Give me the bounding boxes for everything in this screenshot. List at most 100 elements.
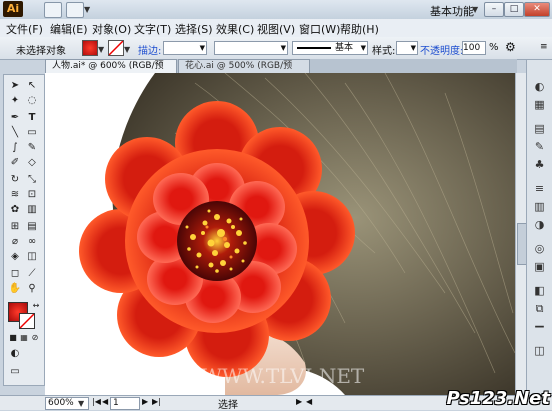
options-icon[interactable]: ⚙ xyxy=(505,40,516,54)
stroke-swatch[interactable] xyxy=(108,40,124,56)
zoom-chevron-icon[interactable]: ▼ xyxy=(78,399,84,408)
appearance-panel-icon[interactable]: ◎ xyxy=(532,242,547,256)
scale-tool-icon[interactable]: ⤡ xyxy=(25,173,39,186)
last-artboard-icon[interactable]: ▶| xyxy=(152,397,161,406)
menu-file[interactable]: 文件(F) xyxy=(6,21,43,37)
stroke-chevron-icon[interactable]: ▼ xyxy=(124,45,130,54)
title-bar: Ai ▼ 基本功能 ▼ – □ ✕ xyxy=(0,0,552,20)
rectangle-tool-icon[interactable]: ▭ xyxy=(25,126,39,139)
stroke-panel-icon[interactable]: ≡ xyxy=(532,182,547,196)
pen-tool-icon[interactable]: ✒ xyxy=(8,111,22,124)
layers-panel-icon[interactable]: ◧ xyxy=(532,284,547,298)
brushes-panel-icon[interactable]: ✎ xyxy=(532,140,547,154)
status-menu-icon[interactable]: ▶ xyxy=(296,397,302,406)
blend-tool-icon[interactable]: ∞ xyxy=(25,235,39,248)
chevron-down-icon[interactable]: ▼ xyxy=(84,5,90,14)
hand-tool-icon[interactable]: ✋ xyxy=(8,282,22,295)
selection-status: 未选择对象 xyxy=(16,46,66,57)
live-paint-tool-icon[interactable]: ◈ xyxy=(8,250,22,263)
canvas-watermark: 视觉 WWW.TLVI.NET xyxy=(155,364,365,388)
mesh-tool-icon[interactable]: ⊞ xyxy=(8,220,22,233)
zoom-tool-icon[interactable]: ⚲ xyxy=(25,282,39,295)
maximize-button[interactable]: □ xyxy=(504,2,524,17)
blob-brush-tool-icon[interactable]: ✐ xyxy=(8,156,22,169)
tools-panel: ➤ ↖ ✦ ◌ ✒ T ╲ ▭ ∫ ✎ ✐ ◇ ↻ ⤡ ≋ ⊡ ✿ ▥ ⊞ ▤ … xyxy=(3,74,45,386)
menu-window[interactable]: 窗口(W) xyxy=(299,21,340,37)
pathfinder-panel-icon[interactable]: ◫ xyxy=(532,344,547,358)
first-artboard-icon[interactable]: |◀ xyxy=(92,397,101,406)
menu-type[interactable]: 文字(T) xyxy=(134,21,171,37)
fill-chevron-icon[interactable]: ▼ xyxy=(98,45,104,54)
workspace-chevron-icon[interactable]: ▼ xyxy=(472,5,478,14)
fill-swatch[interactable] xyxy=(82,40,98,56)
menu-view[interactable]: 视图(V) xyxy=(257,21,295,37)
gradient-tool-icon[interactable]: ▤ xyxy=(25,220,39,233)
line-tool-icon[interactable]: ╲ xyxy=(8,126,22,139)
selection-tool-icon[interactable]: ➤ xyxy=(8,79,22,92)
lasso-tool-icon[interactable]: ◌ xyxy=(25,94,39,107)
menu-edit[interactable]: 编辑(E) xyxy=(50,21,88,37)
align-panel-icon[interactable]: ▔ xyxy=(532,326,547,340)
color-panel-icon[interactable]: ◐ xyxy=(532,80,547,94)
tab-document-flower[interactable]: 花心.ai @ 500% (RGB/预览)× xyxy=(178,59,310,85)
vertical-scrollbar[interactable] xyxy=(515,73,527,395)
document-canvas[interactable]: 视觉 WWW.TLVI.NET xyxy=(45,73,517,395)
none-slash-icon xyxy=(108,40,124,56)
graphic-styles-icon[interactable]: ▣ xyxy=(532,260,547,274)
type-tool-icon[interactable]: T xyxy=(25,111,39,124)
column-graph-tool-icon[interactable]: ▥ xyxy=(25,203,39,216)
flower-center xyxy=(177,201,257,281)
menu-select[interactable]: 选择(S) xyxy=(175,21,213,37)
artboard-number-field[interactable]: 1 xyxy=(110,397,140,410)
transparency-panel-icon[interactable]: ◑ xyxy=(532,218,547,232)
eraser-tool-icon[interactable]: ◇ xyxy=(25,156,39,169)
artboards-panel-icon[interactable]: ⧉ xyxy=(532,302,547,316)
arrange-documents-icon[interactable] xyxy=(66,2,84,18)
direct-selection-tool-icon[interactable]: ↖ xyxy=(25,79,39,92)
paintbrush-tool-icon[interactable]: ∫ xyxy=(8,141,22,154)
none-slash-icon xyxy=(19,313,35,329)
swap-fill-stroke-icon[interactable]: ↔ xyxy=(29,299,43,312)
opacity-field[interactable]: 100 xyxy=(462,41,486,55)
artboard-tool-icon[interactable]: ◻ xyxy=(8,267,22,280)
slice-tool-icon[interactable]: ⟋ xyxy=(25,267,39,280)
variable-width-profile[interactable]: ▼ xyxy=(214,41,288,55)
previous-artboard-icon[interactable]: ◀ xyxy=(102,397,108,406)
warp-tool-icon[interactable]: ≋ xyxy=(8,188,22,201)
rotate-tool-icon[interactable]: ↻ xyxy=(8,173,22,186)
panel-menu-icon[interactable]: ≡ xyxy=(540,42,548,52)
drawing-mode-icon[interactable]: ◐ xyxy=(8,347,22,360)
stroke-weight-field[interactable]: ▼ xyxy=(163,41,207,55)
opacity-label[interactable]: 不透明度: xyxy=(420,42,463,57)
eyedropper-tool-icon[interactable]: ⌀ xyxy=(8,235,22,248)
live-paint-selection-icon[interactable]: ◫ xyxy=(25,250,39,263)
minimize-button[interactable]: – xyxy=(484,2,504,17)
magic-wand-tool-icon[interactable]: ✦ xyxy=(8,94,22,107)
stroke-label[interactable]: 描边: xyxy=(138,42,161,57)
illustrator-logo: Ai xyxy=(3,1,23,17)
screen-mode-icon[interactable]: ▭ xyxy=(8,365,22,378)
graphic-style-swatch[interactable]: ▼ xyxy=(396,41,418,55)
style-label: 样式: xyxy=(372,46,396,57)
color-guide-icon[interactable]: ▦ xyxy=(532,98,547,112)
next-artboard-icon[interactable]: ▶ xyxy=(142,397,148,406)
menu-effect[interactable]: 效果(C) xyxy=(216,21,254,37)
tab-document-person[interactable]: 人物.ai* @ 600% (RGB/预览)× xyxy=(45,59,177,85)
close-button[interactable]: ✕ xyxy=(524,2,550,17)
symbol-sprayer-tool-icon[interactable]: ✿ xyxy=(8,203,22,216)
free-transform-tool-icon[interactable]: ⊡ xyxy=(25,188,39,201)
menu-help[interactable]: 帮助(H) xyxy=(340,21,379,37)
percent-sign: % xyxy=(489,42,499,53)
bridge-icon[interactable] xyxy=(44,2,62,18)
status-bar: 600% ▼ |◀ ◀ 1 ▶ ▶| 选择 ▶ ◀ Ps123.Net xyxy=(0,388,552,411)
brush-definition[interactable]: 基本 ▼ xyxy=(292,41,368,55)
scroll-left-icon[interactable]: ◀ xyxy=(306,397,312,406)
swatches-panel-icon[interactable]: ▤ xyxy=(532,122,547,136)
symbols-panel-icon[interactable]: ♣ xyxy=(532,158,547,172)
workspace-switcher[interactable]: 基本功能 xyxy=(430,3,474,19)
none-mode-icon[interactable]: ⊘ xyxy=(28,331,42,344)
gradient-panel-icon[interactable]: ▥ xyxy=(532,200,547,214)
menu-object[interactable]: 对象(O) xyxy=(92,21,131,37)
pencil-tool-icon[interactable]: ✎ xyxy=(25,141,39,154)
stroke-color-box[interactable] xyxy=(19,313,35,329)
